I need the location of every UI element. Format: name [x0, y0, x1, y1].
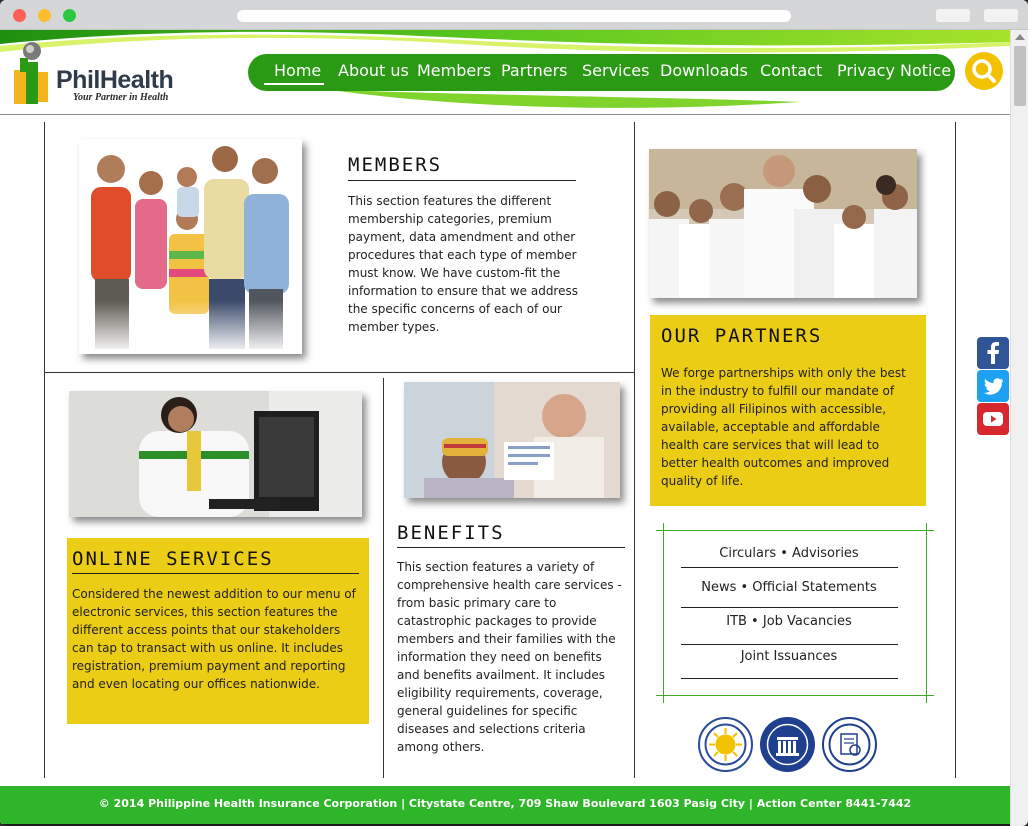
link-itb-job-vacancies[interactable]: ITB • Job Vacancies: [681, 614, 897, 629]
grid-divider: [383, 378, 384, 778]
youtube-button[interactable]: [977, 403, 1009, 435]
benefits-title[interactable]: BENEFITS: [397, 522, 505, 544]
transparency-seal[interactable]: [698, 717, 753, 772]
site-footer: © 2014 Philippine Health Insurance Corpo…: [0, 786, 1010, 824]
patient-care-photo-illustration: [404, 382, 620, 498]
panel-frame-line: [656, 695, 934, 696]
quick-links-panel: Circulars • Advisories News • Official S…: [656, 523, 934, 703]
link-separator: [681, 644, 898, 645]
address-bar[interactable]: [237, 10, 791, 22]
facebook-icon: [987, 342, 999, 364]
facebook-button[interactable]: [977, 337, 1009, 369]
grid-divider: [44, 372, 635, 373]
benefits-title-rule: [397, 547, 625, 548]
philhealth-logo[interactable]: PhilHealth Your Partner in Health: [12, 40, 202, 110]
government-seal-icon: [766, 723, 809, 766]
freedom-of-information-seal[interactable]: [822, 717, 877, 772]
nav-partners[interactable]: Partners: [501, 61, 567, 80]
partners-title[interactable]: OUR PARTNERS: [661, 325, 822, 347]
site-header: PhilHealth Your Partner in Health Home A…: [0, 30, 1010, 115]
members-description: This section features the different memb…: [348, 194, 578, 334]
doctors-photo-illustration: [649, 149, 917, 298]
link-circulars-advisories[interactable]: Circulars • Advisories: [681, 546, 897, 561]
nav-services[interactable]: Services: [582, 61, 649, 80]
transparency-seal-icon: [704, 723, 747, 766]
browser-titlebar: [0, 0, 1028, 30]
link-separator: [681, 567, 898, 568]
benefits-description: This section features a variety of compr…: [397, 560, 622, 754]
link-separator: [681, 678, 898, 679]
members-family-photo: [79, 139, 302, 354]
grid-divider: [634, 122, 635, 778]
government-seal[interactable]: [760, 717, 815, 772]
browser-toolbar-button[interactable]: [936, 9, 970, 22]
logo-wordmark: PhilHealth: [56, 66, 174, 94]
online-services-title[interactable]: ONLINE SERVICES: [72, 548, 274, 570]
link-news-official-statements[interactable]: News • Official Statements: [681, 580, 897, 595]
close-window-button[interactable]: [13, 9, 26, 22]
browser-window: PhilHealth Your Partner in Health Home A…: [0, 0, 1028, 826]
main-nav: Home About us Members Partners Services …: [248, 54, 955, 91]
family-photo-illustration: [79, 139, 302, 354]
scroll-up-arrow-icon[interactable]: [1015, 34, 1025, 40]
call-center-photo-illustration: [69, 391, 362, 517]
partners-description: We forge partnerships with only the best…: [661, 366, 906, 488]
panel-frame-line: [926, 523, 927, 703]
nav-downloads[interactable]: Downloads: [660, 61, 748, 80]
grid-divider: [955, 122, 956, 778]
foi-seal-icon: [828, 723, 871, 766]
nav-about-us[interactable]: About us: [338, 61, 409, 80]
active-nav-underline: [264, 83, 324, 85]
footer-copyright: © 2014 Philippine Health Insurance Corpo…: [98, 797, 912, 810]
vertical-scrollbar[interactable]: [1010, 30, 1028, 826]
benefits-photo: [404, 382, 620, 498]
link-separator: [681, 607, 898, 608]
panel-frame-line: [656, 530, 934, 531]
members-title[interactable]: MEMBERS: [348, 154, 442, 176]
search-button[interactable]: [965, 52, 1003, 90]
logo-tagline: Your Partner in Health: [73, 92, 169, 103]
minimize-window-button[interactable]: [38, 9, 51, 22]
browser-toolbar-button[interactable]: [984, 9, 1018, 22]
scrollbar-thumb[interactable]: [1014, 46, 1026, 106]
grid-divider: [44, 122, 45, 778]
online-services-photo: [69, 391, 362, 517]
partners-doctors-photo: [649, 149, 917, 298]
logo-mark-icon: [14, 42, 48, 104]
youtube-icon: [983, 412, 1003, 426]
search-icon: [972, 59, 996, 83]
nav-privacy-notice[interactable]: Privacy Notice: [837, 61, 951, 80]
link-joint-issuances[interactable]: Joint Issuances: [681, 649, 897, 664]
maximize-window-button[interactable]: [63, 9, 76, 22]
online-services-title-rule: [72, 573, 359, 574]
panel-frame-line: [663, 523, 664, 703]
online-services-description: Considered the newest addition to our me…: [72, 587, 356, 691]
nav-members[interactable]: Members: [417, 61, 491, 80]
twitter-icon: [983, 378, 1003, 395]
nav-home[interactable]: Home: [274, 61, 321, 80]
nav-contact[interactable]: Contact: [760, 61, 822, 80]
twitter-button[interactable]: [977, 370, 1009, 402]
members-title-rule: [348, 180, 576, 181]
